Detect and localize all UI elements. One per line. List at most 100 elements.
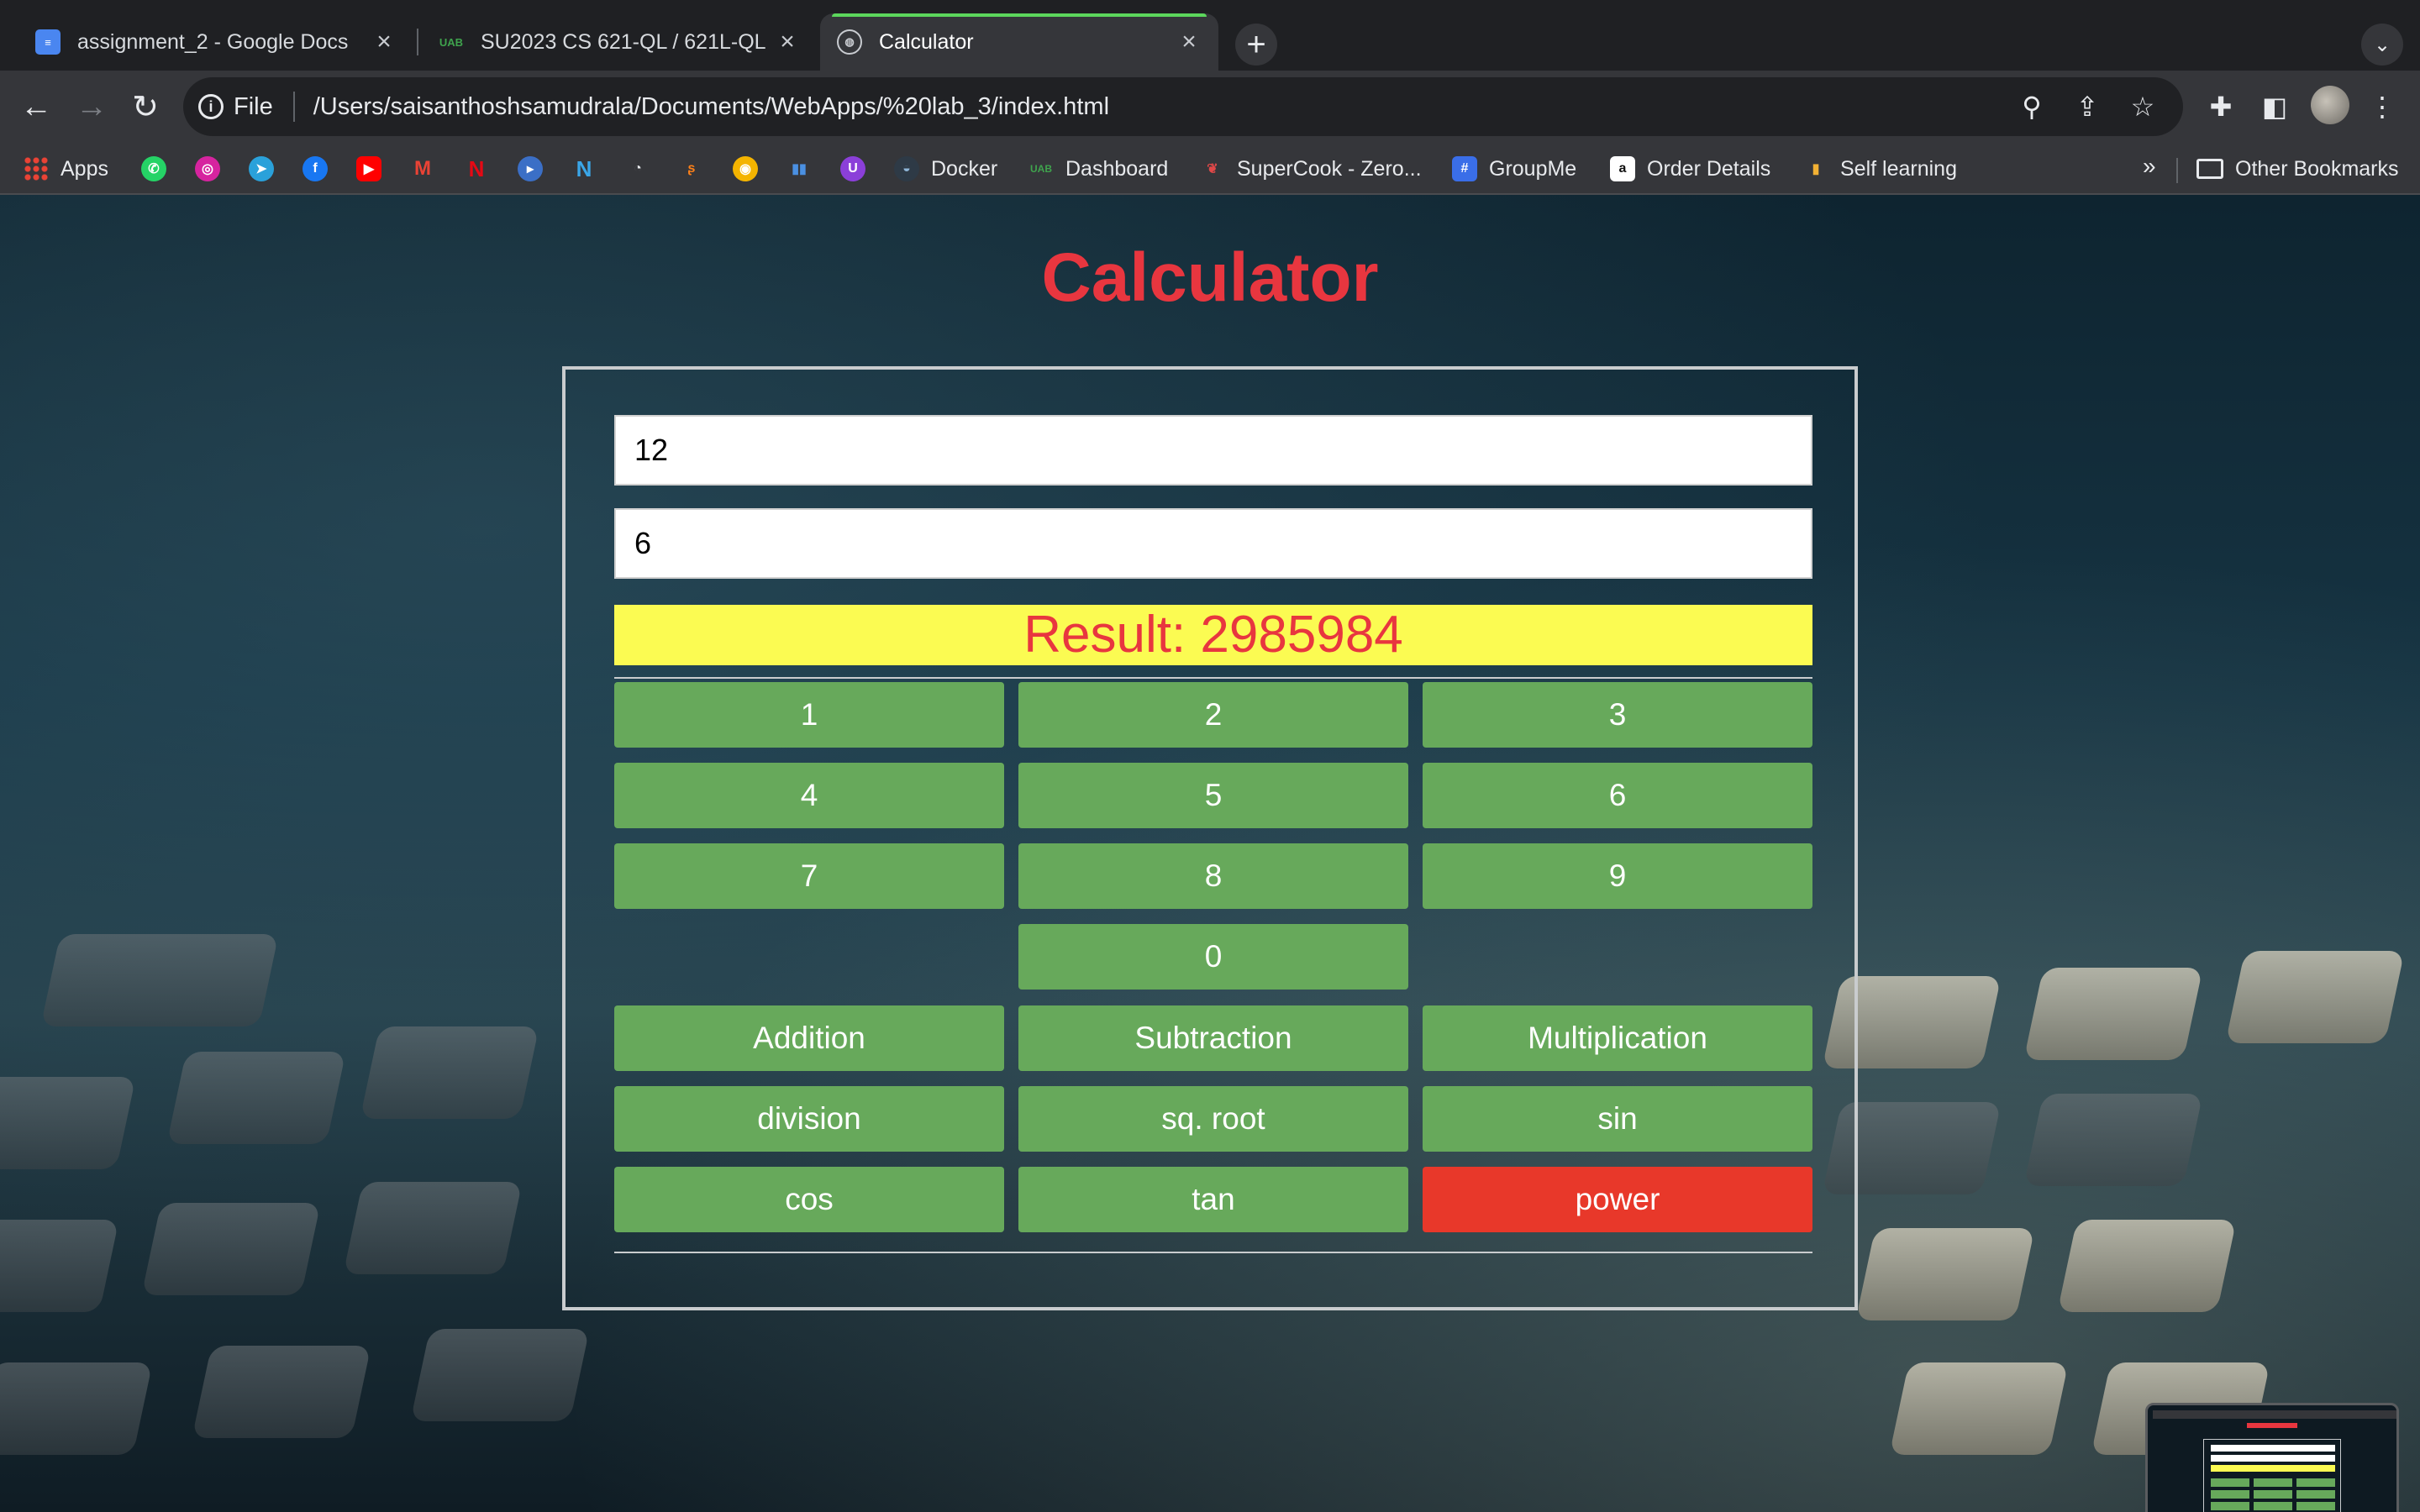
bookmark-swiggy[interactable]: ʂ [679, 151, 704, 186]
page-title: Calculator [1041, 239, 1379, 316]
back-arrow-icon[interactable]: ← [15, 86, 57, 128]
digit-2-button[interactable]: 2 [1018, 682, 1408, 748]
bookmark-instagram[interactable]: ◎ [195, 151, 220, 186]
extensions-puzzle-icon[interactable]: ✚ [2200, 86, 2242, 128]
omnibox-divider [292, 92, 295, 122]
bookmark-bars[interactable]: ▮▮ [786, 151, 812, 186]
subtraction-button[interactable]: Subtraction [1018, 1005, 1408, 1071]
tab-search-chevron-icon[interactable]: ⌄ [2361, 24, 2403, 66]
power-button[interactable]: power [1423, 1167, 1812, 1232]
divider-top [614, 677, 1812, 679]
result-display: Result: 2985984 [614, 605, 1812, 665]
apps-grid-icon [24, 156, 49, 181]
close-icon[interactable]: × [775, 28, 800, 55]
thumbnail-title [2148, 1422, 2396, 1431]
digit-9-button[interactable]: 9 [1423, 843, 1812, 909]
first-number-input[interactable] [614, 415, 1812, 486]
swiggy-icon: ʂ [687, 161, 696, 176]
bookmark-facebook[interactable]: f [302, 151, 328, 186]
digit-3-button[interactable]: 3 [1423, 682, 1812, 748]
bookmark-whatsapp[interactable]: ✆ [141, 151, 166, 186]
play-icon: ▸ [518, 156, 543, 181]
folder-icon [2196, 159, 2223, 179]
side-panel-icon[interactable]: ◧ [2254, 86, 2296, 128]
bar-chart-icon: ▮ [1812, 162, 1820, 176]
supercook-icon: ❦ [1207, 162, 1218, 176]
addition-button[interactable]: Addition [614, 1005, 1004, 1071]
calculator-panel: Result: 2985984 1 2 3 4 5 6 7 8 9 0 Addi… [562, 366, 1858, 1310]
cos-button[interactable]: cos [614, 1167, 1004, 1232]
bookmark-gmail[interactable]: M [410, 151, 435, 186]
digit-4-button[interactable]: 4 [614, 763, 1004, 828]
bookmarks-bar: Apps ✆ ◎ ➤ f ▶ M N ▸ N ◔ ʂ ◉ ▮▮ U ◒ Dock… [0, 143, 2420, 195]
globe-icon: ◍ [837, 29, 862, 55]
tab-google-docs[interactable]: ≡ assignment_2 - Google Docs × [18, 13, 413, 71]
close-icon[interactable]: × [371, 28, 397, 55]
multiplication-button[interactable]: Multiplication [1423, 1005, 1812, 1071]
sin-button[interactable]: sin [1423, 1086, 1812, 1152]
bookmark-apps[interactable]: Apps [24, 151, 108, 186]
n-icon: N [576, 155, 592, 181]
division-button[interactable]: division [614, 1086, 1004, 1152]
tab-separator [417, 29, 418, 55]
tan-button[interactable]: tan [1018, 1167, 1408, 1232]
youtube-icon: ▶ [356, 156, 381, 181]
bookmark-supercook[interactable]: ❦ SuperCook - Zero... [1200, 151, 1421, 186]
page-viewport: Calculator Result: 2985984 1 2 3 4 5 6 7… [0, 195, 2420, 1512]
new-tab-button[interactable]: + [1235, 24, 1277, 66]
bookmark-circle[interactable]: ◉ [733, 151, 758, 186]
address-bar[interactable]: i File /Users/saisanthoshsamudrala/Docum… [183, 77, 2183, 136]
bookmark-groupme[interactable]: # GroupMe [1452, 151, 1576, 186]
more-menu-icon[interactable]: ⋮ [2361, 86, 2403, 128]
square-root-button[interactable]: sq. root [1018, 1086, 1408, 1152]
bookmarks-overflow-button[interactable]: » [2143, 153, 2156, 180]
bookmark-docker[interactable]: ◒ Docker [894, 151, 997, 186]
site-info-label[interactable]: File [234, 93, 273, 121]
bookmark-self-learning[interactable]: ▮ Self learning [1803, 151, 1957, 186]
amazon-icon: a [1610, 156, 1635, 181]
bookmark-dashboard[interactable]: UAB Dashboard [1028, 151, 1168, 186]
bookmark-u[interactable]: U [840, 151, 865, 186]
tab-title: SU2023 CS 621-QL / 621L-QL [481, 29, 766, 54]
second-number-input[interactable] [614, 508, 1812, 579]
bookmark-n[interactable]: N [571, 151, 597, 186]
other-bookmarks-folder[interactable]: Other Bookmarks [2196, 151, 2399, 186]
bookmark-youtube[interactable]: ▶ [356, 151, 381, 186]
url-text[interactable]: /Users/saisanthoshsamudrala/Documents/We… [313, 93, 1109, 121]
digit-0-button[interactable]: 0 [1018, 924, 1408, 990]
tab-calculator[interactable]: ◍ Calculator × [820, 13, 1218, 71]
bookmark-order-details[interactable]: a Order Details [1610, 151, 1770, 186]
profile-avatar[interactable] [2311, 86, 2349, 124]
google-docs-icon: ≡ [35, 29, 60, 55]
close-icon[interactable]: × [1176, 28, 1202, 55]
zoom-icon[interactable]: ⚲ [2013, 88, 2050, 125]
divider-bottom [614, 1252, 1812, 1253]
bookmark-speed[interactable]: ◔ [625, 151, 650, 186]
netflix-icon: N [468, 155, 485, 181]
tab-title: Calculator [879, 29, 974, 54]
bookmark-play[interactable]: ▸ [518, 151, 543, 186]
bookmark-star-icon[interactable]: ☆ [2124, 88, 2161, 125]
digit-1-button[interactable]: 1 [614, 682, 1004, 748]
bookmark-telegram[interactable]: ➤ [249, 151, 274, 186]
digit-7-button[interactable]: 7 [614, 843, 1004, 909]
info-icon[interactable]: i [198, 94, 224, 119]
share-icon[interactable]: ⇪ [2069, 88, 2106, 125]
digit-5-button[interactable]: 5 [1018, 763, 1408, 828]
digit-8-button[interactable]: 8 [1018, 843, 1408, 909]
docker-icon: ◒ [894, 156, 919, 181]
browser-toolbar: ← → ↻ i File /Users/saisanthoshsamudrala… [0, 71, 2420, 143]
bookmark-netflix[interactable]: N [464, 151, 489, 186]
whatsapp-icon: ✆ [141, 156, 166, 181]
forward-arrow-icon[interactable]: → [71, 86, 113, 128]
circle-logo-icon: ◉ [733, 156, 758, 181]
screenshot-thumbnail[interactable] [2145, 1403, 2399, 1512]
groupme-icon: # [1452, 156, 1477, 181]
uab-icon: UAB [439, 35, 464, 49]
omnibox-actions: ⚲ ⇪ ☆ [2013, 77, 2161, 136]
telegram-icon: ➤ [249, 156, 274, 181]
tab-su2023[interactable]: UAB SU2023 CS 621-QL / 621L-QL × [422, 13, 817, 71]
digit-6-button[interactable]: 6 [1423, 763, 1812, 828]
facebook-icon: f [302, 156, 328, 181]
reload-icon[interactable]: ↻ [124, 86, 166, 128]
